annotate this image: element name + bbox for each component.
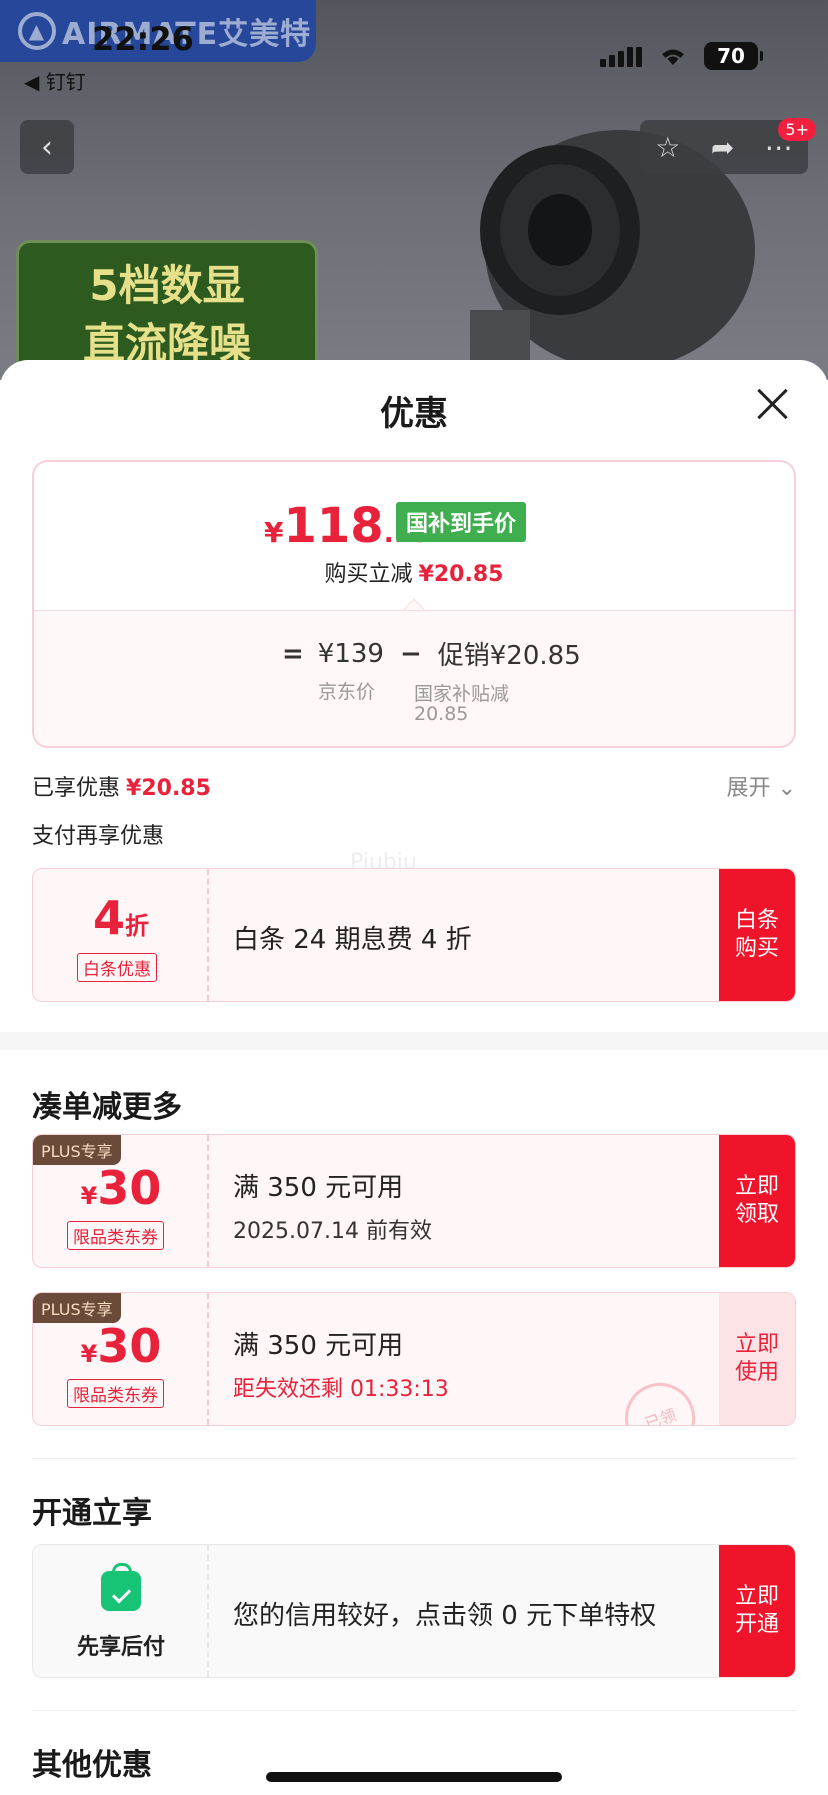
coupon-amount: ¥30: [33, 1161, 209, 1215]
promo-line-1: 5档数显: [89, 261, 245, 310]
coupon-currency: ¥: [80, 1182, 98, 1210]
price-currency: ¥: [264, 516, 284, 549]
subsidy-label: 国家补贴减: [414, 683, 510, 705]
bnpl-left: 先享后付: [33, 1545, 209, 1677]
price-card: ¥ 118 .15 国补到手价 购买立减¥20.85 = ¥139 − 促销¥2…: [32, 460, 796, 748]
baitiao-tag: 白条优惠: [77, 953, 157, 982]
bnpl-desc-area: 您的信用较好，点击领 0 元下单特权: [233, 1545, 715, 1677]
use-coupon-button[interactable]: 立即使用: [719, 1293, 795, 1425]
coupon-card: PLUS专享 ¥30 限品类东券 满 350 元可用 距失效还剩 01:33:1…: [32, 1292, 796, 1426]
baitiao-discount: 4折: [33, 891, 209, 945]
jd-price-value: ¥139: [317, 638, 384, 669]
expand-toggle[interactable]: 展开 ⌄: [727, 770, 796, 802]
status-icons: 70: [600, 42, 763, 70]
coupon-left: PLUS专享 ¥30 限品类东券: [33, 1135, 209, 1267]
baitiao-desc: 白条 24 期息费 4 折: [233, 925, 472, 955]
discount-number: 4: [92, 891, 125, 945]
coupon-type-tag: 限品类东券: [67, 1379, 164, 1408]
chevron-left-icon: ‹: [41, 129, 53, 165]
enjoyed-value: ¥20.85: [126, 776, 211, 801]
coupon-value: 30: [97, 1161, 162, 1215]
open-section-title: 开通立享: [32, 1496, 152, 1531]
baitiao-offer-card: 4折 白条优惠 白条 24 期息费 4 折 白条购买: [32, 868, 796, 1002]
coupon-condition: 满 350 元可用: [233, 1173, 404, 1203]
pay-section-label: 支付再享优惠: [32, 824, 165, 849]
bnpl-label: 先享后付: [76, 1635, 165, 1660]
baitiao-left: 4折 白条优惠: [33, 869, 209, 1001]
open-bnpl-button[interactable]: 立即开通: [719, 1545, 795, 1677]
coupon-amount: ¥30: [33, 1319, 209, 1373]
promo-value: 促销¥20.85: [437, 641, 581, 671]
minus-sign: −: [399, 638, 422, 669]
divider: [32, 1458, 796, 1459]
price-integer: 118: [283, 498, 384, 554]
more-section-title: 凑单减更多: [32, 1090, 182, 1125]
promo-image[interactable]: 5档数显 直流降噪: [16, 240, 318, 380]
shopping-bag-icon: [101, 1563, 141, 1611]
subsidy-price-tag: 国补到手价: [396, 502, 527, 542]
battery-icon: 70: [704, 42, 763, 70]
bnpl-desc: 您的信用较好，点击领 0 元下单特权: [233, 1601, 657, 1631]
coupon-countdown: 距失效还剩 01:33:13: [233, 1377, 449, 1402]
back-to-app-link[interactable]: ◀ 钉钉: [24, 66, 86, 95]
status-time: 22:26: [92, 20, 194, 58]
jd-price-label: 京东价: [318, 681, 376, 703]
section-divider: [0, 1032, 828, 1050]
cellular-signal-icon: [600, 45, 642, 67]
home-indicator[interactable]: [266, 1772, 562, 1782]
wifi-icon: [662, 49, 684, 66]
brand-logo-icon: ▲: [18, 12, 56, 50]
coupon-card: PLUS专享 ¥30 限品类东券 满 350 元可用 2025.07.14 前有…: [32, 1134, 796, 1268]
coupon-validity: 2025.07.14 前有效: [233, 1219, 432, 1244]
price-summary: ¥ 118 .15 国补到手价 购买立减¥20.85: [34, 462, 794, 610]
equals-sign: =: [282, 638, 304, 669]
divider: [32, 1710, 796, 1711]
discount-sheet: 优惠 ¥ 118 .15 国补到手价 购买立减¥20.85 = ¥139 − 促…: [0, 360, 828, 1795]
expand-label: 展开: [726, 776, 771, 801]
star-icon[interactable]: ☆: [655, 131, 680, 164]
subsidy-value: 20.85: [414, 703, 469, 725]
other-section-title: 其他优惠: [32, 1748, 152, 1783]
price-breakdown: = ¥139 − 促销¥20.85 京东价 国家补贴减 20.85: [34, 610, 794, 746]
coupon-desc-area: 满 350 元可用 2025.07.14 前有效: [233, 1135, 715, 1267]
coupon-value: 30: [97, 1319, 162, 1373]
reduce-line: 购买立减 ¥20.85: [34, 556, 794, 588]
message-badge: 5+: [778, 118, 816, 141]
coupon-type-tag: 限品类东券: [67, 1221, 164, 1250]
sheet-title: 优惠: [380, 394, 448, 434]
back-button[interactable]: ‹: [20, 120, 74, 174]
baitiao-desc-area: 白条 24 期息费 4 折: [233, 869, 715, 1001]
claim-coupon-button[interactable]: 立即领取: [719, 1135, 795, 1267]
coupon-left: PLUS专享 ¥30 限品类东券: [33, 1293, 209, 1425]
close-icon[interactable]: [756, 388, 788, 420]
chevron-down-icon: ⌄: [777, 776, 796, 801]
coupon-condition: 满 350 元可用: [233, 1331, 404, 1361]
share-icon[interactable]: ➦: [711, 131, 734, 164]
breakdown-equation: = ¥139 − 促销¥20.85: [282, 635, 581, 672]
enjoyed-label: 已享优惠: [32, 776, 121, 801]
baitiao-buy-button[interactable]: 白条购买: [719, 869, 795, 1001]
reduce-label: 购买立减: [324, 562, 413, 587]
reduce-value: ¥20.85: [418, 562, 504, 587]
enjoyed-discount: 已享优惠 ¥20.85: [32, 770, 211, 802]
bnpl-offer-card: 先享后付 您的信用较好，点击领 0 元下单特权 立即开通: [32, 1544, 796, 1678]
discount-unit: 折: [125, 912, 149, 940]
coupon-currency: ¥: [80, 1340, 98, 1368]
